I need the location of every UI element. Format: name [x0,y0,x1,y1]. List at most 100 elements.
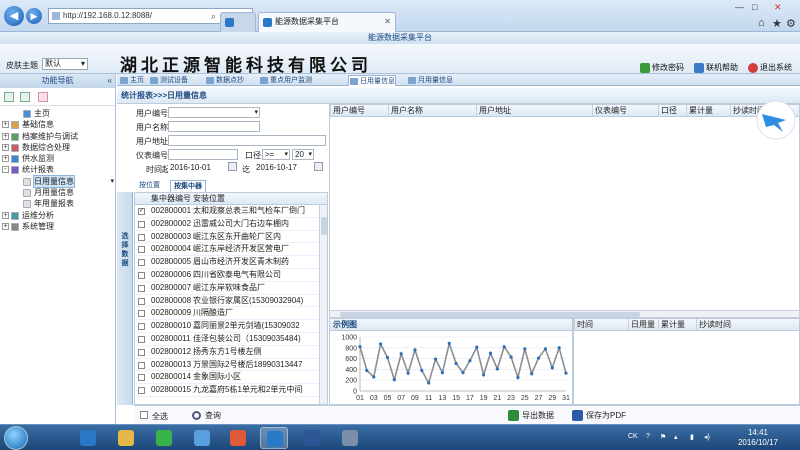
table-row[interactable]: 002800009 川隔酿造厂 [135,307,327,321]
user-name-input[interactable] [168,121,260,132]
content-tab[interactable]: 日用量信息 [348,75,396,86]
table-row[interactable]: 002800013 万景国际2号楼后18990313447 [135,359,327,372]
maximize-button[interactable]: □ [752,2,757,12]
favorites-icon[interactable]: ★ [772,17,782,30]
row-checkbox[interactable] [138,323,145,331]
sidebar-item[interactable]: + 系统管理 [0,221,115,232]
collapse-all-icon[interactable] [20,92,30,102]
expand-icon[interactable]: + [2,143,9,151]
calendar-icon[interactable] [228,162,237,171]
date-from-input[interactable]: 2016-10-01 [168,163,224,174]
close-window-button[interactable]: ✕ [774,2,782,13]
search-icon[interactable]: ⌕ [211,9,216,23]
taskbar-app[interactable] [260,427,288,449]
content-tab[interactable]: 月用量信息 [407,75,453,86]
table-row[interactable]: 002800010 嘉同丽景2单元剑墙(15309032 [135,320,327,333]
tools-icon[interactable]: ⚙ [786,17,796,30]
help-button[interactable]: 联机帮助 [694,62,738,74]
side-col-header[interactable]: 时间 [574,319,593,331]
start-button[interactable] [4,426,28,450]
result-col-header[interactable]: 口径 [658,105,677,117]
content-tab[interactable]: 数据点抄 [205,75,244,86]
result-col-header[interactable]: 累计量 [686,105,713,117]
row-checkbox[interactable] [138,271,145,279]
home-icon[interactable]: ⌂ [758,17,765,29]
row-checkbox[interactable] [138,387,145,395]
side-col-header[interactable]: 抄读时间 [696,319,731,331]
user-no-input[interactable] [168,107,260,118]
expand-icon[interactable]: + [2,211,9,219]
scroll-thumb[interactable] [321,217,327,235]
expand-icon[interactable]: + [2,155,9,163]
export-button[interactable]: 导出数据 [508,409,554,422]
table-row[interactable]: 002800012 扬秀东方1号楼左侧 [135,346,327,359]
table-row[interactable]: 002800003 岷江东区东开曲轮厂区内 [135,231,327,244]
tray-help-icon[interactable]: ? [646,433,650,440]
expand-icon[interactable]: + [2,132,9,140]
collapse-icon[interactable]: - [2,166,9,174]
expand-all-icon[interactable] [4,92,14,102]
user-addr-input[interactable] [168,135,326,146]
skin-select[interactable]: 默认 [42,58,88,70]
operator-select[interactable]: >= [262,149,290,160]
side-col-header[interactable]: 累计量 [658,319,685,331]
meter-no-input[interactable] [168,149,238,160]
scroll-thumb[interactable] [340,312,640,317]
taskbar-app[interactable] [150,427,178,449]
taskbar-app[interactable] [188,427,216,449]
taskbar-app[interactable] [298,427,326,449]
change-password-button[interactable]: 修改密码 [640,62,684,74]
browser-tab-blank[interactable] [220,12,256,32]
table-row[interactable]: 002800006 四川省欧泰电气有限公司 [135,269,327,282]
row-checkbox[interactable] [138,220,145,228]
row-checkbox[interactable] [138,284,145,292]
row-checkbox[interactable] [138,259,145,267]
table-row[interactable]: 002800005 眉山市经济开发区青木制药 [135,256,327,269]
side-col-header[interactable]: 日用量 [628,319,655,331]
browser-tab-active[interactable]: 能源数据采集平台 ✕ [258,12,396,32]
sidebar-item[interactable]: + 供水监测 [0,153,115,164]
taskbar-app[interactable] [112,427,140,449]
tray-flag-icon[interactable]: ⚑ [660,433,666,441]
logout-button[interactable]: 退出系统 [748,62,792,74]
table-row[interactable]: ✓ 002800001 太和观察总表三和气检车厂倒门 [135,205,327,218]
row-checkbox[interactable] [138,335,145,343]
lang-indicator[interactable]: CK [628,433,638,440]
sidebar-item[interactable]: 主页 [0,108,115,119]
minimize-button[interactable]: — [735,2,744,12]
row-checkbox[interactable] [138,361,145,369]
tab-by-collector[interactable]: 按集中器 [170,180,206,192]
sidebar-item[interactable]: + 数据综合处理 [0,142,115,153]
clock[interactable]: 14:41 2016/10/17 [738,428,778,448]
caliber-select[interactable]: 20 [292,149,314,160]
taskbar-app[interactable] [224,427,252,449]
sidebar-item[interactable]: + 档案维护与调试 [0,131,115,142]
save-pdf-button[interactable]: 保存为PDF [572,409,626,422]
refresh-tree-icon[interactable] [38,92,48,102]
row-checkbox[interactable] [138,297,145,305]
result-hscrollbar[interactable] [329,310,800,318]
sidebar-item[interactable]: + 基础信息 [0,119,115,130]
sidebar-item[interactable]: - 统计报表 [0,164,115,175]
row-checkbox[interactable] [138,233,145,241]
content-tab[interactable]: 重点用户监测 [259,75,312,86]
row-checkbox[interactable] [138,374,145,382]
query-button[interactable]: 查询 [192,409,221,422]
table-row[interactable]: 002800004 岷江东岸经济开发区营电厂 [135,243,327,257]
collector-scrollbar[interactable] [319,205,327,404]
tray-arrow-icon[interactable]: ▴ [674,433,678,441]
result-col-header[interactable]: 仪表编号 [592,105,627,117]
sidebar-item[interactable]: 日用量信息 [0,174,115,189]
sidebar-item[interactable]: 月用量信息 [0,187,115,198]
sidebar-item[interactable]: 年用量报表 [0,198,115,209]
sidebar-item[interactable]: + 运维分析 [0,210,115,221]
row-checkbox[interactable]: ✓ [138,208,145,215]
expand-icon[interactable]: + [2,222,9,230]
content-tab[interactable]: 主页 [119,75,144,86]
calendar-icon[interactable] [314,162,323,171]
expand-icon[interactable]: + [2,121,9,129]
table-row[interactable]: 002800008 农业银行家属区(15309032904) [135,295,327,308]
result-col-header[interactable]: 用户编号 [330,105,365,117]
close-tab-icon[interactable]: ✕ [384,13,391,31]
taskbar-app[interactable] [74,427,102,449]
